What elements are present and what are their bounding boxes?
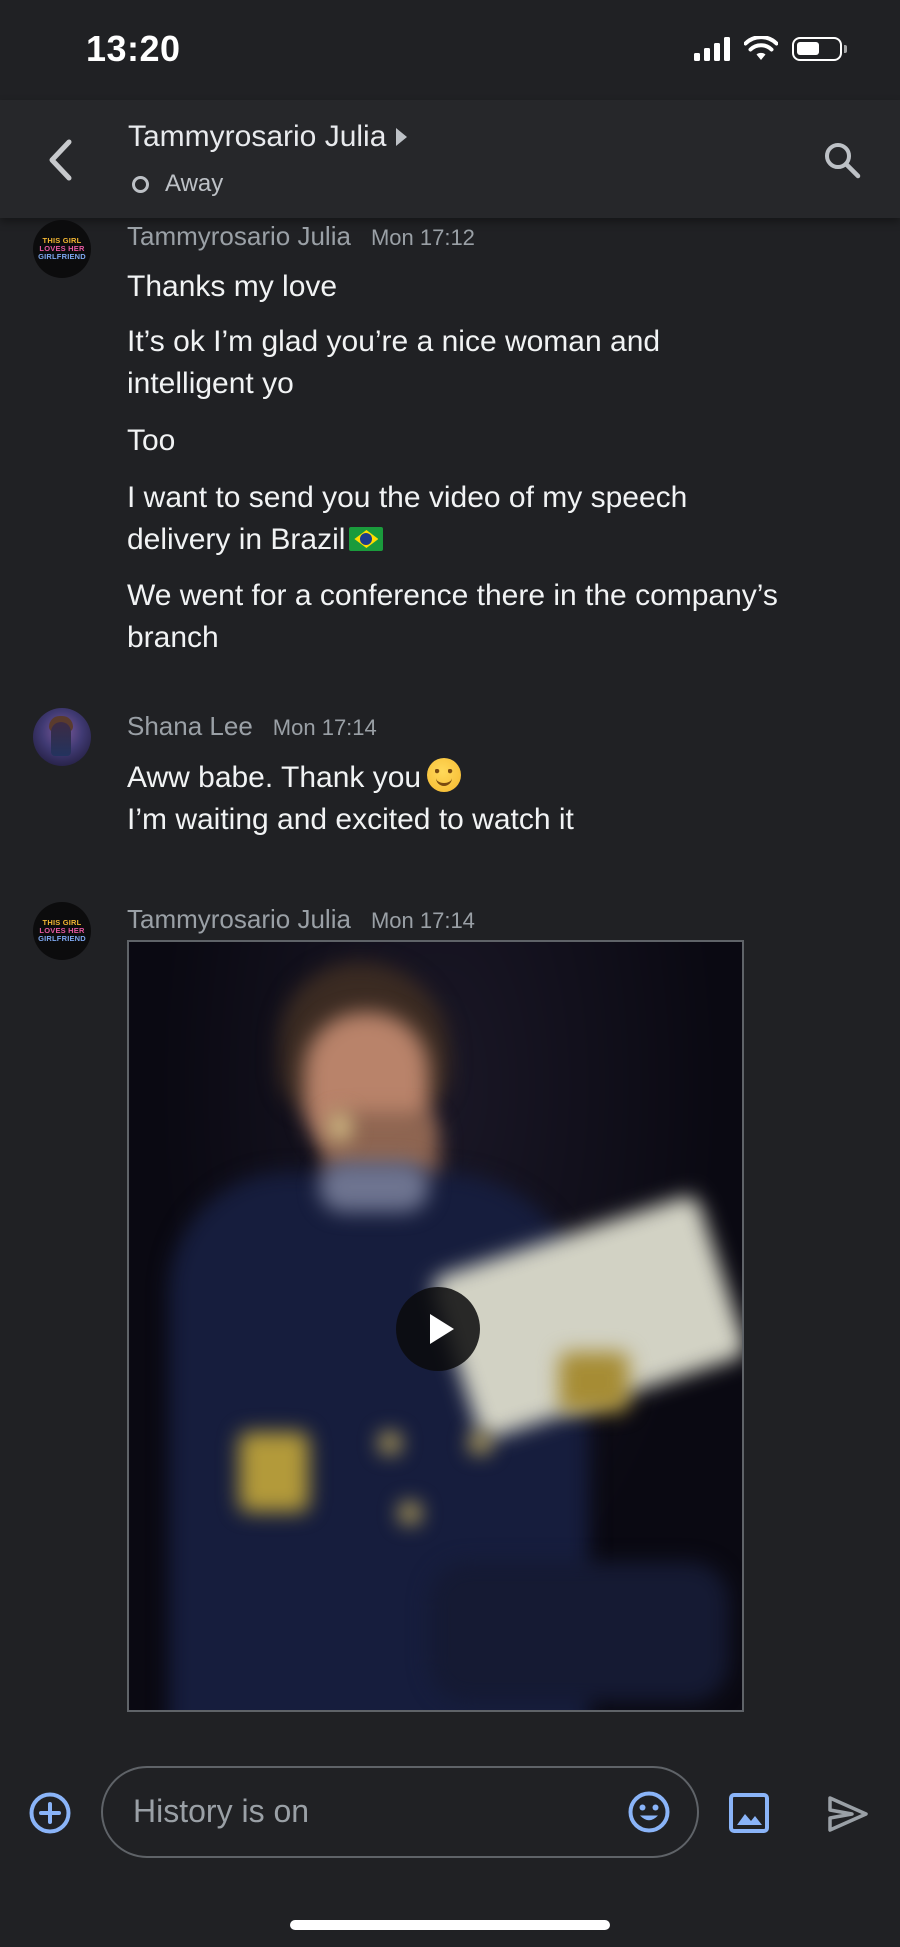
avatar-text-line: GIRLFRIEND	[38, 252, 86, 261]
search-button[interactable]	[818, 136, 866, 184]
message-text-content: Aww babe. Thank you	[127, 761, 422, 794]
plus-circle-icon	[29, 1792, 71, 1834]
avatar[interactable]: THIS GIRL LOVES HER GIRLFRIEND	[33, 902, 91, 960]
message-input-placeholder: History is on	[133, 1793, 310, 1829]
message-input[interactable]: History is on	[101, 1766, 699, 1858]
back-button[interactable]	[38, 130, 82, 190]
avatar[interactable]	[33, 708, 91, 766]
message-composer: History is on	[0, 1760, 900, 1870]
contact-name: Tammyrosario Julia	[128, 120, 387, 153]
caret-right-icon	[396, 128, 408, 146]
battery-icon	[792, 37, 847, 61]
avatar[interactable]: THIS GIRL LOVES HER GIRLFRIEND	[33, 220, 91, 278]
sender-name: Tammyrosario Julia	[127, 221, 351, 251]
send-icon	[828, 1796, 868, 1832]
smiling-face-emoji-icon	[427, 758, 462, 792]
chat-header: Tammyrosario Julia Away	[0, 100, 900, 218]
status-icons	[694, 34, 847, 64]
video-attachment[interactable]	[127, 940, 744, 1712]
message-time: Mon 17:14	[370, 908, 475, 933]
message-text[interactable]: Too	[127, 420, 787, 462]
message-text-content: I want to send you the video of my speec…	[127, 481, 688, 556]
play-button[interactable]	[396, 1287, 480, 1371]
message-time: Mon 17:14	[272, 715, 377, 740]
chevron-left-icon	[49, 139, 72, 181]
message-text[interactable]: Thanks my love	[127, 266, 787, 308]
message-header: Shana Lee Mon 17:14	[127, 711, 377, 742]
add-attachment-button[interactable]	[28, 1791, 72, 1835]
message-text[interactable]: We went for a conference there in the co…	[127, 575, 787, 659]
home-indicator[interactable]	[290, 1920, 610, 1930]
chat-screen: 13:20 Tammyrosario Julia Away THIS GIRL …	[0, 0, 900, 1947]
message-header: Tammyrosario Julia Mon 17:12	[127, 221, 475, 252]
presence-status: Away	[132, 170, 223, 198]
wifi-icon	[744, 36, 778, 60]
message-text[interactable]: Aww babe. Thank you I’m waiting and exci…	[127, 757, 787, 841]
message-text-content: I’m waiting and excited to watch it	[127, 803, 574, 836]
cellular-signal-icon	[694, 37, 730, 61]
emoji-button[interactable]	[627, 1790, 671, 1834]
message-text[interactable]: I want to send you the video of my speec…	[127, 477, 787, 561]
status-time: 13:20	[86, 28, 181, 69]
contact-title[interactable]: Tammyrosario Julia	[128, 120, 408, 154]
presence-label: Away	[165, 170, 224, 197]
send-button[interactable]	[826, 1792, 870, 1836]
brazil-flag-icon	[349, 527, 384, 551]
search-icon	[825, 143, 861, 179]
sender-name: Tammyrosario Julia	[127, 904, 351, 934]
message-time: Mon 17:12	[370, 225, 475, 250]
sender-name: Shana Lee	[127, 711, 253, 741]
message-text[interactable]: It’s ok I’m glad you’re a nice woman and…	[127, 321, 787, 405]
emoji-icon	[628, 1791, 670, 1833]
image-icon	[729, 1793, 769, 1833]
avatar-text-line: GIRLFRIEND	[38, 934, 86, 943]
away-status-icon	[132, 175, 149, 193]
message-header: Tammyrosario Julia Mon 17:14	[127, 904, 475, 935]
insert-image-button[interactable]	[728, 1792, 770, 1834]
